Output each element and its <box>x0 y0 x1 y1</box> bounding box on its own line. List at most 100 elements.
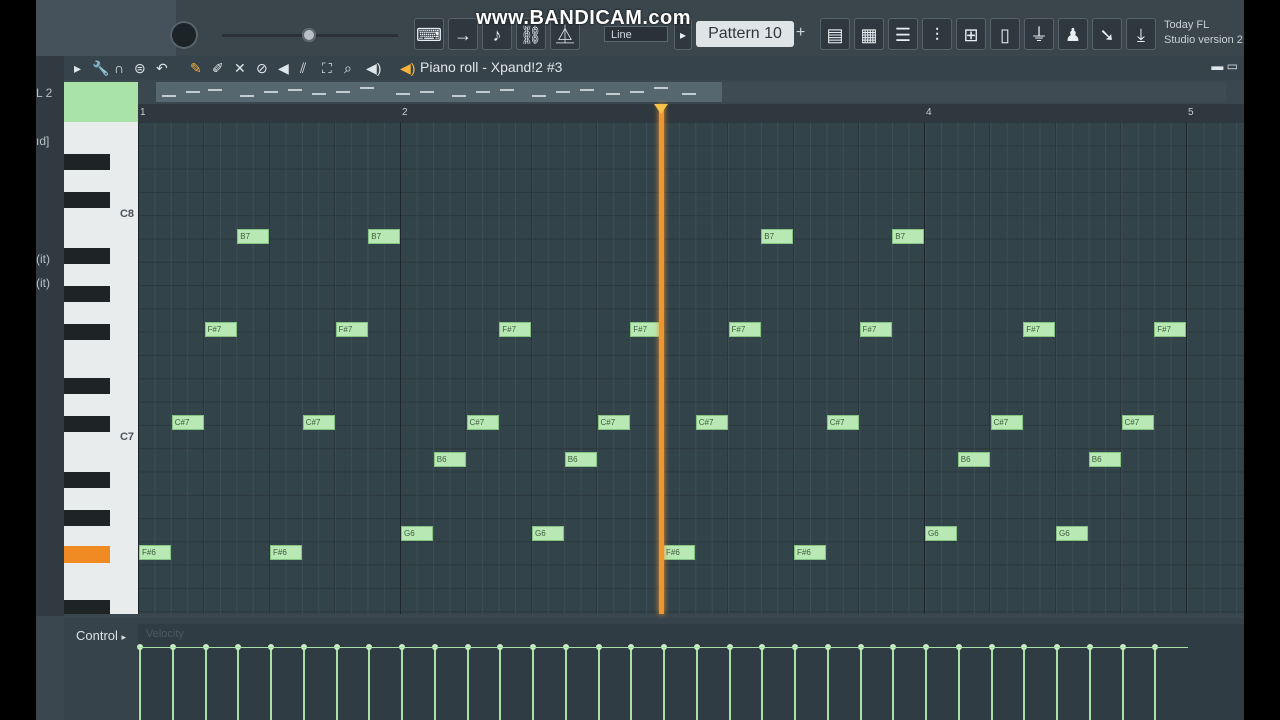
velocity-bar[interactable] <box>597 648 600 720</box>
note-g6[interactable]: G6 <box>401 526 433 541</box>
velocity-bar[interactable] <box>237 648 240 720</box>
note-b7[interactable]: B7 <box>368 229 401 244</box>
black-key[interactable] <box>64 286 110 302</box>
black-key[interactable] <box>64 510 110 526</box>
playhead-marker-icon[interactable] <box>654 104 668 114</box>
velocity-bar[interactable] <box>990 648 993 720</box>
velocity-bar[interactable] <box>270 648 272 720</box>
note-f-sharp-6[interactable]: F#6 <box>139 545 171 560</box>
midi-learn-icon[interactable]: ➘ <box>1092 18 1122 50</box>
velocity-bar[interactable] <box>368 648 371 720</box>
note-g6[interactable]: G6 <box>1056 526 1088 541</box>
velocity-bar[interactable] <box>466 648 469 720</box>
mixer-icon[interactable]: ⫶ <box>922 18 952 50</box>
velocity-bar[interactable] <box>171 648 174 720</box>
typing-keyboard-icon[interactable]: ⌨ <box>414 18 444 50</box>
menu-arrow-icon[interactable]: ▸ <box>74 60 81 77</box>
active-key-f-sharp-6[interactable] <box>64 546 110 563</box>
control-label[interactable]: Control ▸ <box>76 628 126 643</box>
note-f-sharp-7[interactable]: F#7 <box>728 322 761 337</box>
add-pattern-button[interactable]: + <box>796 24 805 42</box>
velocity-bar[interactable] <box>728 648 731 720</box>
note-f-sharp-7[interactable]: F#7 <box>859 322 892 337</box>
note-f-sharp-6[interactable]: F#6 <box>794 545 826 560</box>
note-f-sharp-7[interactable]: F#7 <box>630 322 663 337</box>
velocity-bar[interactable] <box>1088 648 1091 720</box>
download-icon[interactable]: ⤓ <box>1126 18 1156 50</box>
slip-icon[interactable]: ◀ <box>278 60 289 77</box>
velocity-bar[interactable] <box>794 648 796 720</box>
note-c-sharp-7[interactable]: C#7 <box>1121 415 1154 430</box>
velocity-bar[interactable] <box>499 648 502 720</box>
velocity-bar[interactable] <box>892 648 895 720</box>
velocity-bar[interactable] <box>335 648 338 720</box>
velocity-bar[interactable] <box>695 648 698 720</box>
black-key[interactable] <box>64 248 110 264</box>
note-b6[interactable]: B6 <box>1088 452 1121 467</box>
note-b6[interactable]: B6 <box>433 452 466 467</box>
note-g6[interactable]: G6 <box>925 526 957 541</box>
note-c-sharp-7[interactable]: C#7 <box>302 415 335 430</box>
velocity-bar[interactable] <box>663 648 665 720</box>
velocity-bar[interactable] <box>401 648 403 720</box>
playlist-icon[interactable]: ▤ <box>820 18 850 50</box>
note-c-sharp-7[interactable]: C#7 <box>826 415 859 430</box>
touch-controller-icon[interactable]: ♟ <box>1058 18 1088 50</box>
note-f-sharp-7[interactable]: F#7 <box>1023 322 1056 337</box>
project-notes-icon[interactable]: ▯ <box>990 18 1020 50</box>
velocity-bar[interactable] <box>1056 648 1058 720</box>
black-key[interactable] <box>64 378 110 394</box>
magnet-icon[interactable]: ∩ <box>114 60 124 76</box>
plugin-picker-icon[interactable]: ⏚ <box>1024 18 1054 50</box>
snap-options-icon[interactable]: ⊜ <box>134 60 146 77</box>
note-f-sharp-6[interactable]: F#6 <box>270 545 302 560</box>
black-key[interactable] <box>64 600 110 614</box>
news-panel[interactable]: Today FL Studio version 2 <box>1164 18 1243 48</box>
slice-icon[interactable]: ⫽ <box>300 60 306 77</box>
velocity-bar[interactable] <box>1121 648 1124 720</box>
select-icon[interactable]: ⛶ <box>322 60 332 77</box>
playhead[interactable] <box>659 104 664 614</box>
control-menu-arrow-icon[interactable]: ▸ <box>122 632 127 642</box>
mute-tool-icon[interactable]: ⊘ <box>256 60 268 77</box>
velocity-bar[interactable] <box>1023 648 1026 720</box>
note-c-sharp-7[interactable]: C#7 <box>171 415 204 430</box>
master-pitch-slider-thumb[interactable] <box>302 28 316 42</box>
note-b7[interactable]: B7 <box>761 229 794 244</box>
master-volume-knob[interactable] <box>170 21 198 49</box>
note-c-sharp-7[interactable]: C#7 <box>466 415 499 430</box>
note-f-sharp-7[interactable]: F#7 <box>335 322 368 337</box>
velocity-bar[interactable] <box>957 648 960 720</box>
delete-tool-icon[interactable]: ✕ <box>234 60 246 77</box>
overview-scroll-area[interactable] <box>722 82 1226 102</box>
note-grid[interactable]: F#6 C#7 F#7 B7 F#6 C#7 F#7 B7 G6 B6 C#7 F#7 G6 B6 C#7 F… <box>138 122 1244 614</box>
note-f-sharp-7[interactable]: F#7 <box>1154 322 1187 337</box>
velocity-bar[interactable] <box>204 648 207 720</box>
velocity-bar[interactable] <box>564 648 567 720</box>
black-key[interactable] <box>64 472 110 488</box>
velocity-bar[interactable] <box>1154 648 1157 720</box>
black-key[interactable] <box>64 416 110 432</box>
note-b6[interactable]: B6 <box>957 452 990 467</box>
window-controls[interactable]: ▬ ▭ <box>1211 59 1238 73</box>
velocity-bar[interactable] <box>139 648 141 720</box>
pattern-selector[interactable]: Pattern 10 <box>696 21 794 47</box>
step-edit-arrow-icon[interactable]: → <box>448 18 478 50</box>
undo-icon[interactable]: ↶ <box>156 60 168 77</box>
velocity-bar[interactable] <box>433 648 436 720</box>
pencil-icon[interactable]: ✎ <box>190 60 202 77</box>
velocity-bar[interactable] <box>630 648 633 720</box>
pattern-overview[interactable] <box>156 82 722 102</box>
wrench-icon[interactable]: 🔧 <box>92 60 109 77</box>
note-c-sharp-7[interactable]: C#7 <box>597 415 630 430</box>
note-b7[interactable]: B7 <box>892 229 925 244</box>
piano-roll-icon[interactable]: ▦ <box>854 18 884 50</box>
piano-keyboard[interactable]: C8 C7 <box>64 122 138 614</box>
timeline-ruler[interactable]: 1 2 4 5 <box>138 104 1244 122</box>
note-c-sharp-7[interactable]: C#7 <box>695 415 728 430</box>
playback-icon[interactable]: ◀) <box>366 60 381 77</box>
channel-rack-icon[interactable]: ☰ <box>888 18 918 50</box>
brush-icon[interactable]: ✐ <box>212 60 224 77</box>
speaker-icon[interactable]: ◀) <box>400 60 415 77</box>
note-f-sharp-7[interactable]: F#7 <box>204 322 237 337</box>
